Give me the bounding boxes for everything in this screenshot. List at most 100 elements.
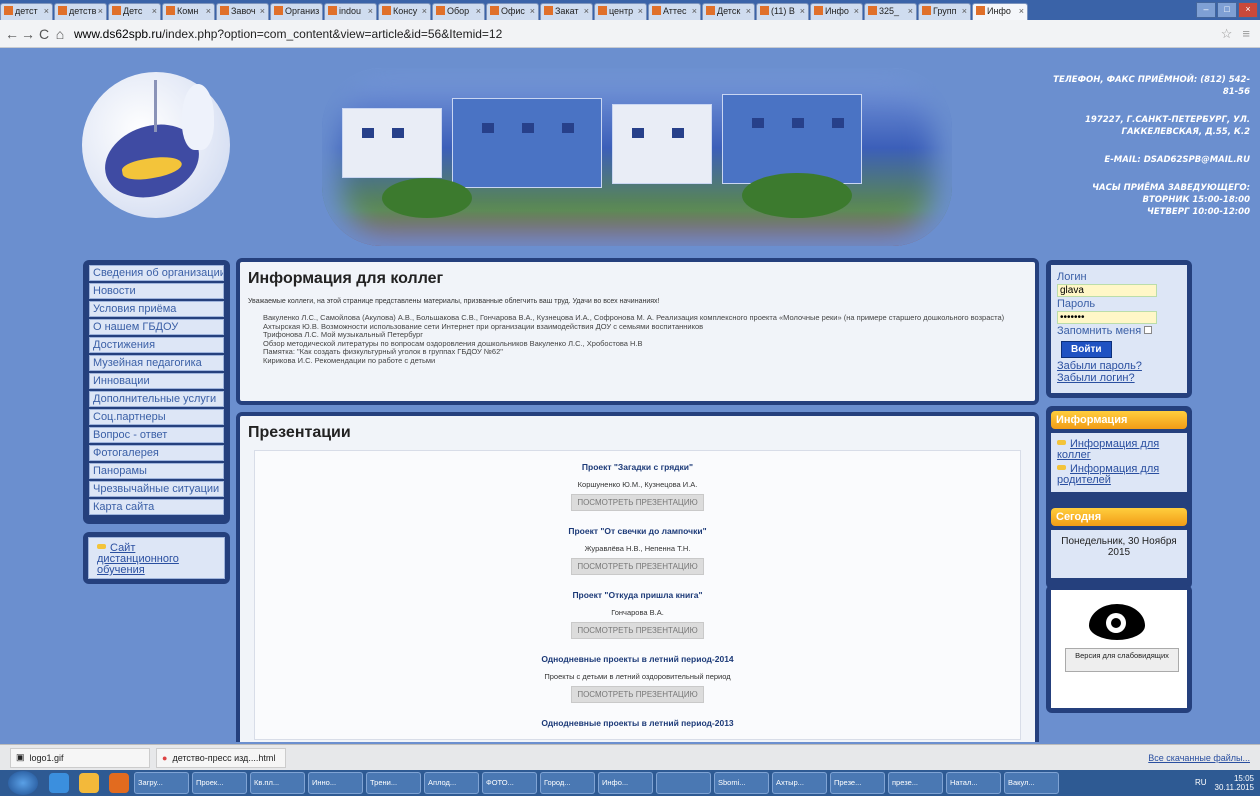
menu-item[interactable]: Дополнительные услуги: [89, 391, 224, 407]
close-tab-icon[interactable]: ×: [962, 4, 967, 19]
close-tab-icon[interactable]: ×: [152, 4, 157, 19]
view-presentation-button[interactable]: ПОСМОТРЕТЬ ПРЕЗЕНТАЦИЮ: [571, 622, 704, 639]
menu-item[interactable]: Условия приёма: [89, 301, 224, 317]
browser-tab[interactable]: Комн ×: [162, 3, 215, 20]
browser-tab[interactable]: Аттес ×: [648, 3, 701, 20]
taskbar-item[interactable]: Трени...: [366, 772, 421, 794]
menu-item[interactable]: Достижения: [89, 337, 224, 353]
view-presentation-button[interactable]: ПОСМОТРЕТЬ ПРЕЗЕНТАЦИЮ: [571, 494, 704, 511]
menu-item[interactable]: Фотогалерея: [89, 445, 224, 461]
close-tab-icon[interactable]: ×: [692, 4, 697, 19]
browser-tab[interactable]: Офис ×: [486, 3, 539, 20]
close-icon[interactable]: ×: [1238, 2, 1258, 18]
article-link[interactable]: Кирикова И.С. Рекомендации по работе с д…: [263, 356, 1027, 366]
menu-item[interactable]: Соц.партнеры: [89, 409, 224, 425]
login-input[interactable]: glava: [1057, 284, 1157, 297]
back-icon[interactable]: ←: [4, 26, 20, 42]
taskbar-item[interactable]: Ахтыр...: [772, 772, 827, 794]
view-presentation-button[interactable]: ПОСМОТРЕТЬ ПРЕЗЕНТАЦИЮ: [571, 558, 704, 575]
browser-tab[interactable]: Групп ×: [918, 3, 971, 20]
menu-item[interactable]: Музейная педагогика: [89, 355, 224, 371]
taskbar-item[interactable]: Кв.пл...: [250, 772, 305, 794]
bookmark-star-icon[interactable]: ☆: [1221, 26, 1233, 42]
browser-tab[interactable]: Обор ×: [432, 3, 485, 20]
close-tab-icon[interactable]: ×: [800, 4, 805, 19]
download-item[interactable]: ● детство-пресс изд....html: [156, 747, 286, 768]
show-all-downloads-link[interactable]: Все скачанные файлы...: [1148, 753, 1250, 763]
close-tab-icon[interactable]: ×: [422, 4, 427, 19]
taskbar-item[interactable]: Презе...: [830, 772, 885, 794]
download-item[interactable]: ▣ logo1.gif: [10, 747, 150, 768]
info-link-parents[interactable]: Информация для родителей: [1057, 463, 1159, 486]
browser-tab[interactable]: Консу ×: [378, 3, 431, 20]
menu-item[interactable]: Карта сайта: [89, 499, 224, 515]
browser-tab[interactable]: центр ×: [594, 3, 647, 20]
taskbar-item[interactable]: презе...: [888, 772, 943, 794]
minimize-icon[interactable]: –: [1196, 2, 1216, 18]
view-presentation-button[interactable]: ПОСМОТРЕТЬ ПРЕЗЕНТАЦИЮ: [571, 686, 704, 703]
taskbar-item[interactable]: Город...: [540, 772, 595, 794]
close-tab-icon[interactable]: ×: [908, 4, 913, 19]
taskbar-item[interactable]: ФОТО...: [482, 772, 537, 794]
browser-menu-icon[interactable]: ≡: [1242, 26, 1250, 41]
close-tab-icon[interactable]: ×: [206, 4, 211, 19]
taskbar-item[interactable]: Вакул...: [1004, 772, 1059, 794]
browser-tab[interactable]: детств ×: [54, 3, 107, 20]
forward-icon[interactable]: →: [20, 26, 36, 42]
browser-tab[interactable]: детст ×: [0, 3, 53, 20]
browser-tab[interactable]: 325_ ×: [864, 3, 917, 20]
taskbar-item[interactable]: Sbomi...: [714, 772, 769, 794]
home-icon[interactable]: ⌂: [52, 26, 68, 42]
start-button-icon[interactable]: [8, 771, 38, 795]
taskbar-item[interactable]: Аплод...: [424, 772, 479, 794]
browser-tab[interactable]: indou ×: [324, 3, 377, 20]
close-tab-icon[interactable]: ×: [746, 4, 751, 19]
password-input[interactable]: •••••••: [1057, 311, 1157, 324]
close-tab-icon[interactable]: ×: [44, 4, 49, 19]
ie-icon[interactable]: [49, 773, 69, 793]
taskbar-item[interactable]: Инфо...: [598, 772, 653, 794]
taskbar-item[interactable]: Инно...: [308, 772, 363, 794]
browser-tab[interactable]: Детск ×: [702, 3, 755, 20]
taskbar-item[interactable]: Проек...: [192, 772, 247, 794]
forgot-password-link[interactable]: Забыли пароль?: [1057, 360, 1181, 372]
login-button[interactable]: Войти: [1061, 341, 1112, 358]
menu-item[interactable]: Инновации: [89, 373, 224, 389]
reload-icon[interactable]: C: [36, 26, 52, 42]
browser-tab[interactable]: Закат ×: [540, 3, 593, 20]
close-tab-icon[interactable]: ×: [854, 4, 859, 19]
site-logo[interactable]: [82, 72, 230, 218]
maximize-icon[interactable]: □: [1217, 2, 1237, 18]
close-tab-icon[interactable]: ×: [1019, 4, 1024, 19]
close-tab-icon[interactable]: ×: [476, 4, 481, 19]
media-player-icon[interactable]: [109, 773, 129, 793]
menu-item[interactable]: Сведения об организации: [89, 265, 224, 281]
close-tab-icon[interactable]: ×: [584, 4, 589, 19]
distance-learning-link[interactable]: Сайт дистанционного обучения: [97, 542, 179, 576]
menu-item[interactable]: Чрезвычайные ситуации: [89, 481, 224, 497]
remember-checkbox[interactable]: [1144, 326, 1153, 334]
close-tab-icon[interactable]: ×: [638, 4, 643, 19]
menu-item[interactable]: Новости: [89, 283, 224, 299]
browser-tab[interactable]: (11) В ×: [756, 3, 809, 20]
low-vision-button[interactable]: Версия для слабовидящих: [1065, 648, 1179, 672]
taskbar-item[interactable]: Загру...: [134, 772, 189, 794]
explorer-icon[interactable]: [79, 773, 99, 793]
menu-item[interactable]: Панорамы: [89, 463, 224, 479]
close-tab-icon[interactable]: ×: [98, 4, 103, 19]
close-tab-icon[interactable]: ×: [530, 4, 535, 19]
info-link-colleagues[interactable]: Информация для коллег: [1057, 438, 1159, 461]
menu-item[interactable]: Вопрос - ответ: [89, 427, 224, 443]
browser-tab[interactable]: Завоч ×: [216, 3, 269, 20]
browser-tab[interactable]: Детс ×: [108, 3, 161, 20]
browser-tab[interactable]: Организ×: [270, 3, 323, 20]
taskbar-item[interactable]: Натал...: [946, 772, 1001, 794]
browser-tab[interactable]: Инфо ×: [810, 3, 863, 20]
close-tab-icon[interactable]: ×: [368, 4, 373, 19]
taskbar-item[interactable]: [656, 772, 711, 794]
browser-tab[interactable]: Инфо ×: [972, 3, 1028, 20]
url-field[interactable]: www.ds62spb.ru/index.php?option=com_cont…: [74, 27, 1221, 41]
forgot-login-link[interactable]: Забыли логин?: [1057, 372, 1181, 384]
close-tab-icon[interactable]: ×: [260, 4, 265, 19]
menu-item[interactable]: О нашем ГБДОУ: [89, 319, 224, 335]
